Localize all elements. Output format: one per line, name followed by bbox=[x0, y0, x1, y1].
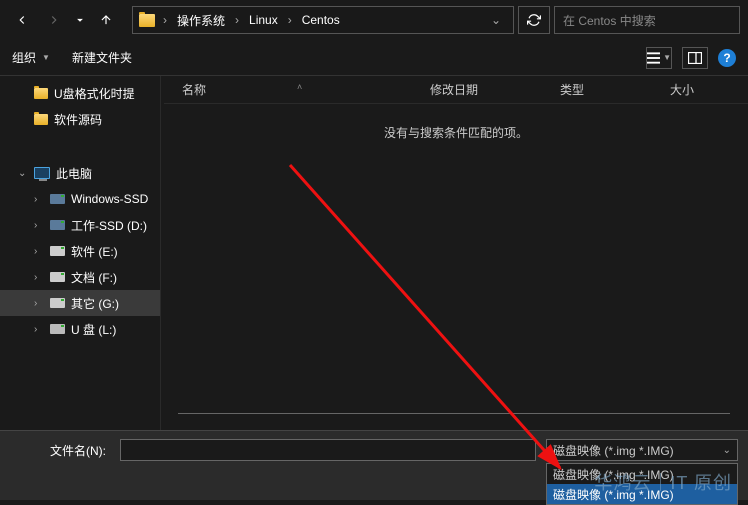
expand-icon[interactable]: › bbox=[34, 324, 44, 335]
recent-locations-button[interactable] bbox=[72, 6, 88, 34]
expand-icon[interactable]: › bbox=[34, 194, 44, 205]
sidebar-drive-item[interactable]: › 其它 (G:) bbox=[0, 290, 160, 316]
breadcrumb-segment[interactable]: Centos bbox=[296, 13, 346, 27]
breadcrumb-segment[interactable]: 操作系统 bbox=[171, 12, 231, 29]
forward-button[interactable] bbox=[40, 6, 68, 34]
sidebar-drive-item[interactable]: › 工作-SSD (D:) bbox=[0, 212, 160, 238]
sidebar-quick-item[interactable]: U盘格式化时提 bbox=[0, 80, 160, 106]
bottom-bar: 文件名(N): 磁盘映像 (*.img *.IMG) ⌄ 磁盘映像 (*.img… bbox=[0, 430, 748, 500]
address-bar[interactable]: › 操作系统 › Linux › Centos ⌄ bbox=[132, 6, 514, 34]
sort-asc-icon: ˄ bbox=[297, 82, 302, 92]
folder-icon bbox=[34, 114, 48, 125]
collapse-icon[interactable]: ⌄ bbox=[18, 168, 28, 179]
drive-icon bbox=[50, 324, 65, 334]
sidebar-drive-item[interactable]: › 文档 (F:) bbox=[0, 264, 160, 290]
sidebar-drive-item[interactable]: › U 盘 (L:) bbox=[0, 316, 160, 342]
expand-icon[interactable]: › bbox=[34, 246, 44, 257]
view-list-button[interactable]: ▼ bbox=[646, 47, 672, 69]
search-placeholder: 在 Centos 中搜索 bbox=[563, 12, 656, 29]
expand-icon[interactable]: › bbox=[34, 272, 44, 283]
new-folder-button[interactable]: 新建文件夹 bbox=[72, 49, 132, 66]
folder-icon bbox=[34, 88, 48, 99]
sidebar-quick-item[interactable]: 软件源码 bbox=[0, 106, 160, 132]
list-border bbox=[178, 413, 730, 414]
drive-icon bbox=[50, 298, 65, 308]
chevron-down-icon: ⌄ bbox=[723, 445, 731, 456]
dropdown-option-selected[interactable]: 磁盘映像 (*.img *.IMG) bbox=[547, 484, 737, 504]
preview-pane-button[interactable] bbox=[682, 47, 708, 69]
chevron-right-icon: › bbox=[286, 13, 294, 27]
chevron-right-icon: › bbox=[161, 13, 169, 27]
file-list-area: 名称 ˄ 修改日期 类型 大小 没有与搜索条件匹配的项。 bbox=[164, 76, 748, 430]
breadcrumb-segment[interactable]: Linux bbox=[243, 13, 284, 27]
folder-icon bbox=[139, 14, 155, 27]
column-header-size[interactable]: 大小 bbox=[670, 81, 748, 98]
dropdown-option[interactable]: 磁盘映像 (*.img *.IMG) bbox=[547, 464, 737, 484]
refresh-button[interactable] bbox=[518, 6, 550, 34]
filename-label: 文件名(N): bbox=[10, 442, 114, 459]
drive-icon bbox=[50, 194, 65, 204]
navigation-bar: › 操作系统 › Linux › Centos ⌄ 在 Centos 中搜索 bbox=[0, 0, 748, 40]
drive-icon bbox=[50, 246, 65, 256]
column-header-type[interactable]: 类型 bbox=[560, 81, 670, 98]
column-headers: 名称 ˄ 修改日期 类型 大小 bbox=[164, 76, 748, 104]
back-button[interactable] bbox=[8, 6, 36, 34]
expand-icon[interactable]: › bbox=[34, 298, 44, 309]
pc-icon bbox=[34, 167, 50, 179]
sidebar-drive-item[interactable]: › 软件 (E:) bbox=[0, 238, 160, 264]
sidebar-drive-item[interactable]: › Windows-SSD bbox=[0, 186, 160, 212]
file-type-filter[interactable]: 磁盘映像 (*.img *.IMG) ⌄ bbox=[546, 439, 738, 461]
column-header-name[interactable]: 名称 ˄ bbox=[164, 81, 430, 98]
path-dropdown-button[interactable]: ⌄ bbox=[485, 13, 507, 27]
sidebar: U盘格式化时提 软件源码 ⌄ 此电脑 › Windows-SSD › 工作-SS… bbox=[0, 76, 160, 430]
drive-icon bbox=[50, 220, 65, 230]
chevron-down-icon: ▼ bbox=[663, 53, 671, 62]
chevron-right-icon: › bbox=[233, 13, 241, 27]
filename-input[interactable] bbox=[120, 439, 536, 461]
empty-message: 没有与搜索条件匹配的项。 bbox=[164, 104, 748, 141]
drive-icon bbox=[50, 272, 65, 282]
expand-icon[interactable]: › bbox=[34, 220, 44, 231]
organize-button[interactable]: 组织 ▼ bbox=[12, 49, 50, 66]
file-type-dropdown: 磁盘映像 (*.img *.IMG) 磁盘映像 (*.img *.IMG) bbox=[546, 463, 738, 505]
up-button[interactable] bbox=[92, 6, 120, 34]
sidebar-this-pc[interactable]: ⌄ 此电脑 bbox=[0, 160, 160, 186]
help-button[interactable]: ? bbox=[718, 49, 736, 67]
main-area: U盘格式化时提 软件源码 ⌄ 此电脑 › Windows-SSD › 工作-SS… bbox=[0, 76, 748, 430]
chevron-down-icon: ▼ bbox=[42, 53, 50, 62]
search-input[interactable]: 在 Centos 中搜索 bbox=[554, 6, 740, 34]
toolbar: 组织 ▼ 新建文件夹 ▼ ? bbox=[0, 40, 748, 76]
column-header-date[interactable]: 修改日期 bbox=[430, 81, 560, 98]
